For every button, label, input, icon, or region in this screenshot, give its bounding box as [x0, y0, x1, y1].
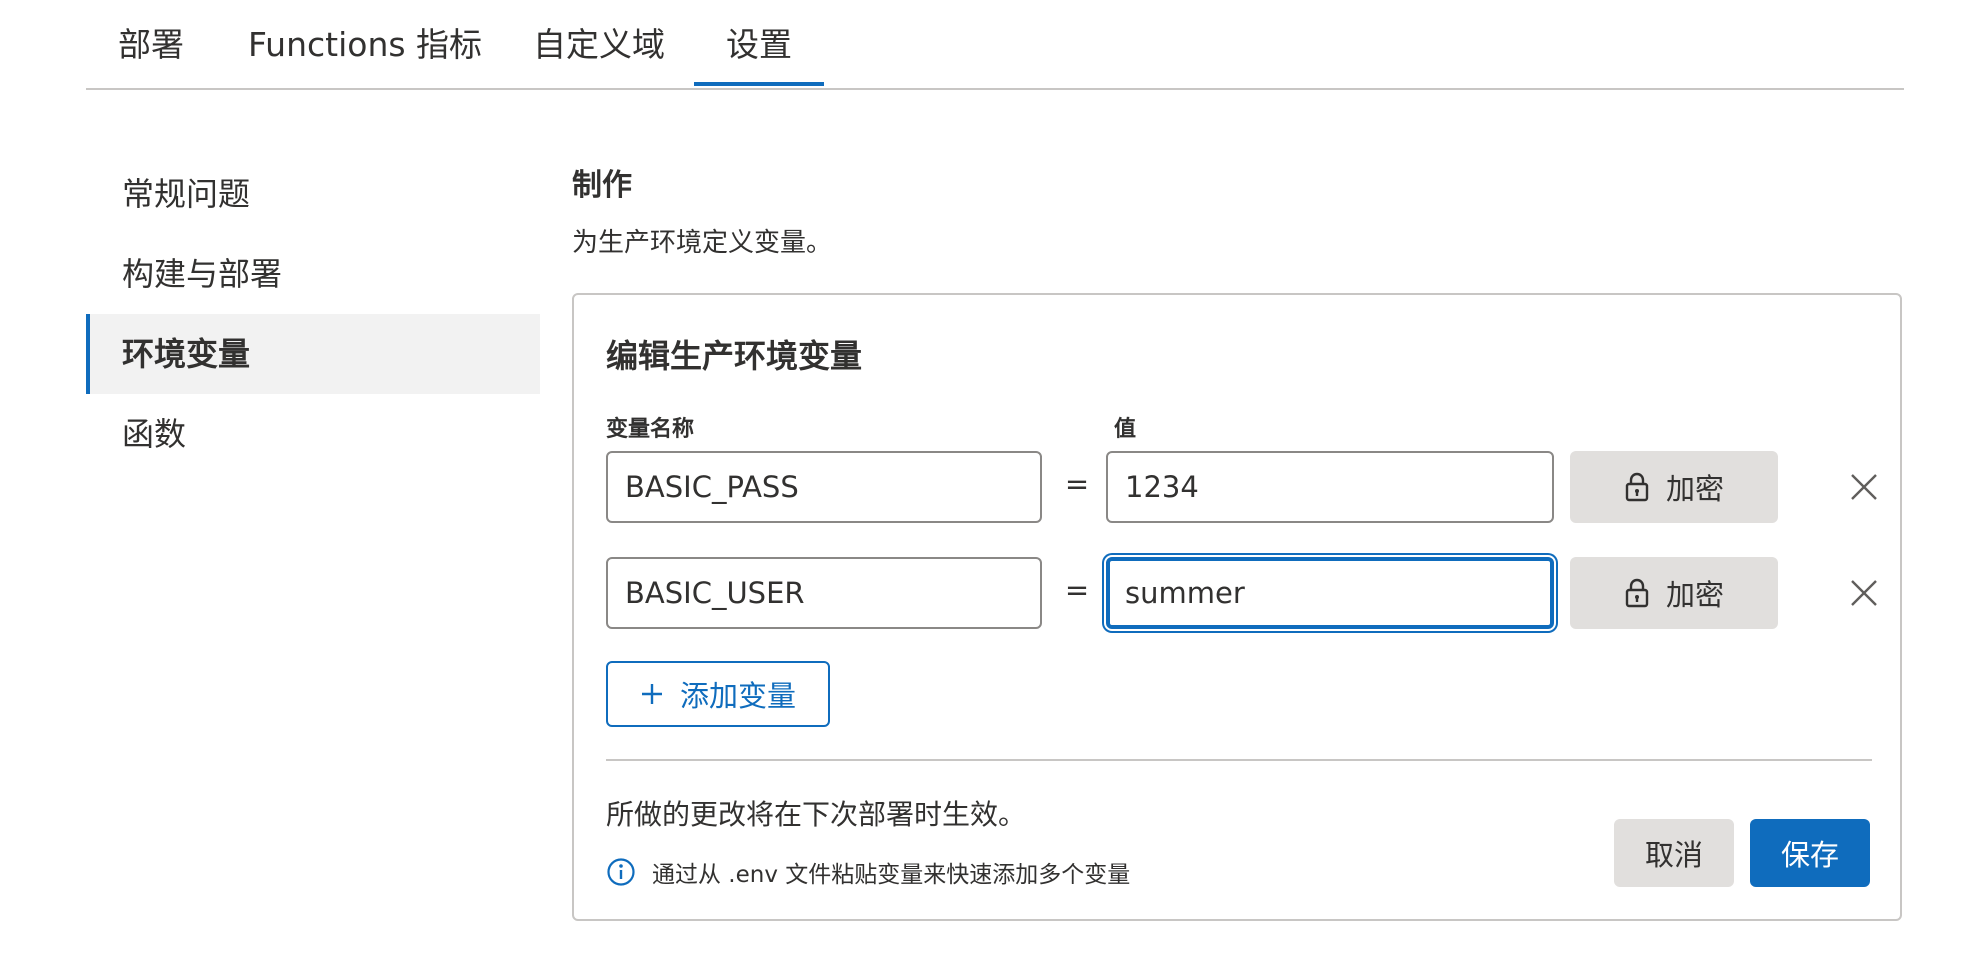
info-icon — [607, 858, 635, 886]
value-column-label: 值 — [1114, 417, 1137, 442]
equals-sign: = — [1064, 467, 1090, 501]
name-column-label: 变量名称 — [606, 417, 695, 442]
top-tab-bar: 部署 Functions 指标 自定义域 设置 — [86, 0, 1904, 90]
lock-icon — [1625, 578, 1649, 608]
equals-sign: = — [1064, 573, 1090, 607]
plus-icon — [641, 684, 662, 704]
sidenav-item-build-deploy[interactable]: 构建与部署 — [86, 234, 540, 314]
tab-functions-metrics[interactable]: Functions 指标 — [248, 18, 482, 66]
close-icon[interactable] — [1844, 573, 1884, 613]
sidenav-item-environment-variables[interactable]: 环境变量 — [86, 314, 540, 394]
info-hint: 通过从 .env 文件粘贴变量来快速添加多个变量 — [606, 855, 1130, 889]
sidenav-item-general[interactable]: 常规问题 — [86, 154, 540, 234]
lock-icon — [1625, 472, 1649, 502]
divider — [606, 759, 1872, 761]
variable-name-input[interactable]: BASIC_USER — [606, 557, 1042, 629]
settings-sidenav: 常规问题 构建与部署 环境变量 函数 — [86, 154, 540, 474]
edit-variables-panel: 编辑生产环境变量 变量名称 值 BASIC_PASS = 1234 加密 BAS… — [572, 293, 1902, 921]
add-variable-button[interactable]: 添加变量 — [606, 661, 830, 727]
footer-note: 所做的更改将在下次部署时生效。 — [606, 798, 1027, 831]
section-description: 为生产环境定义变量。 — [572, 228, 833, 258]
info-text: 通过从 .env 文件粘贴变量来快速添加多个变量 — [652, 862, 1131, 888]
cancel-button[interactable]: 取消 — [1614, 819, 1734, 887]
sidenav-item-functions[interactable]: 函数 — [86, 394, 540, 474]
panel-title: 编辑生产环境变量 — [606, 337, 863, 375]
close-icon[interactable] — [1844, 467, 1884, 507]
encrypt-label: 加密 — [1665, 578, 1724, 612]
section-title: 制作 — [572, 168, 632, 203]
variable-value-input-focused[interactable]: summer — [1106, 557, 1554, 629]
tab-custom-domains[interactable]: 自定义域 — [533, 18, 665, 66]
tab-settings[interactable]: 设置 — [694, 18, 824, 86]
add-variable-label: 添加变量 — [679, 679, 796, 713]
encrypt-button[interactable]: 加密 — [1570, 557, 1778, 629]
variable-value-input[interactable]: 1234 — [1106, 451, 1554, 523]
tab-deployments[interactable]: 部署 — [118, 18, 184, 66]
encrypt-label: 加密 — [1665, 472, 1724, 506]
encrypt-button[interactable]: 加密 — [1570, 451, 1778, 523]
save-button[interactable]: 保存 — [1750, 819, 1870, 887]
variable-name-input[interactable]: BASIC_PASS — [606, 451, 1042, 523]
